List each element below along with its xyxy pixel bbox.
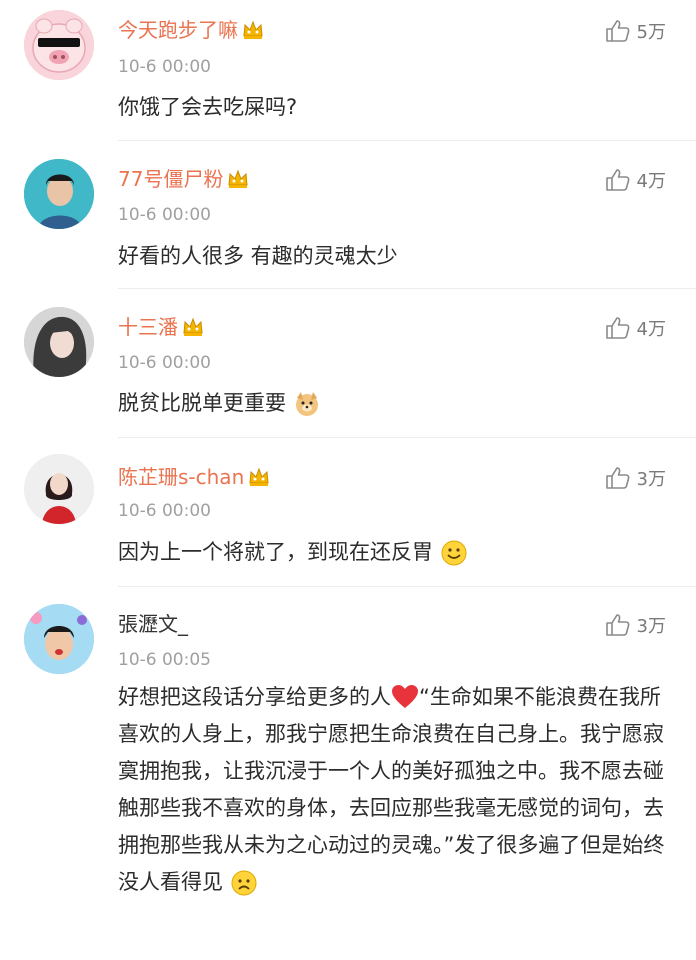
comment-item: 十三潘 10-6 00:00 4万 脱贫比脱单更重要	[0, 289, 696, 437]
comment-time: 10-6 00:00	[118, 353, 211, 373]
comment-text: 好看的人很多 有趣的灵魂太少	[118, 244, 398, 268]
comment-item: 77号僵尸粉 10-6 00:00 4万 好看的人很多 有趣的灵魂太少	[0, 141, 696, 287]
boy-avatar-icon	[24, 159, 94, 229]
girl-avatar-icon	[24, 307, 94, 377]
avatar[interactable]	[24, 604, 94, 674]
avatar[interactable]	[24, 159, 94, 229]
like-button[interactable]: 3万	[605, 612, 666, 638]
comment-time: 10-6 00:00	[118, 501, 211, 521]
vip-crown-icon	[227, 169, 249, 189]
thumbs-up-icon	[605, 467, 629, 489]
like-button[interactable]: 3万	[605, 465, 666, 491]
comment-text: 因为上一个将就了，到现在还反胃	[118, 534, 678, 571]
comment-text: 你饿了会去吃屎吗?	[118, 95, 298, 119]
username-text[interactable]: 陈芷珊s-chan	[118, 464, 244, 490]
comment-text-part: “生命如果不能浪费在我所喜欢的人身上，那我宁愿把生命浪费在自己身上。我宁愿寂寞拥…	[118, 685, 665, 894]
comment-time: 10-6 00:00	[118, 205, 211, 225]
thumbs-up-icon	[605, 20, 629, 42]
pig-avatar-icon	[24, 10, 94, 80]
comment-text-content: 因为上一个将就了，到现在还反胃	[118, 540, 433, 564]
like-count: 5万	[636, 22, 666, 43]
avatar[interactable]	[24, 307, 94, 377]
comment-item: 張瀝文_ 10-6 00:05 3万 好想把这段话分享给更多的人 “生命如果不能浪…	[0, 587, 696, 960]
username[interactable]: 陈芷珊s-chan	[118, 464, 270, 490]
thumbs-up-icon	[605, 317, 629, 339]
comment-item: 陈芷珊s-chan 10-6 00:00 3万 因为上一个将就了，到现在还反胃	[0, 438, 696, 586]
vip-crown-icon	[182, 317, 204, 337]
username[interactable]: 77号僵尸粉	[118, 166, 249, 192]
girl-red-avatar-icon	[24, 454, 94, 524]
username[interactable]: 今天跑步了嘛	[118, 17, 264, 43]
username-text[interactable]: 十三潘	[118, 314, 178, 340]
like-count: 3万	[636, 616, 666, 637]
like-button[interactable]: 4万	[605, 167, 666, 193]
heart-emoji	[391, 684, 419, 712]
like-count: 4万	[636, 319, 666, 340]
comment-time: 10-6 00:05	[118, 650, 211, 670]
username[interactable]: 張瀝文_	[118, 611, 188, 637]
avatar[interactable]	[24, 454, 94, 524]
vip-crown-icon	[242, 20, 264, 40]
username[interactable]: 十三潘	[118, 314, 204, 340]
thumbs-up-icon	[605, 614, 629, 636]
thumbs-up-icon	[605, 169, 629, 191]
comment-item: 今天跑步了嘛 10-6 00:00 5万 你饿了会去吃屎吗?	[0, 0, 696, 140]
comment-time: 10-6 00:00	[118, 57, 211, 77]
like-count: 4万	[636, 171, 666, 192]
smile-emoji	[440, 539, 468, 567]
doge-emoji	[293, 390, 321, 418]
username-text[interactable]: 張瀝文_	[118, 611, 188, 637]
like-button[interactable]: 4万	[605, 315, 666, 341]
vip-crown-icon	[248, 467, 270, 487]
like-button[interactable]: 5万	[605, 18, 666, 44]
comment-text-part: 好想把这段话分享给更多的人	[118, 685, 391, 709]
like-count: 3万	[636, 469, 666, 490]
kid-avatar-icon	[24, 604, 94, 674]
username-text[interactable]: 77号僵尸粉	[118, 166, 223, 192]
username-text[interactable]: 今天跑步了嘛	[118, 17, 238, 43]
comment-text: 脱贫比脱单更重要	[118, 385, 678, 422]
avatar[interactable]	[24, 10, 94, 80]
comment-text-content: 脱贫比脱单更重要	[118, 391, 286, 415]
sad-emoji	[230, 869, 258, 897]
comment-text: 好想把这段话分享给更多的人 “生命如果不能浪费在我所喜欢的人身上，那我宁愿把生命浪…	[118, 679, 678, 901]
